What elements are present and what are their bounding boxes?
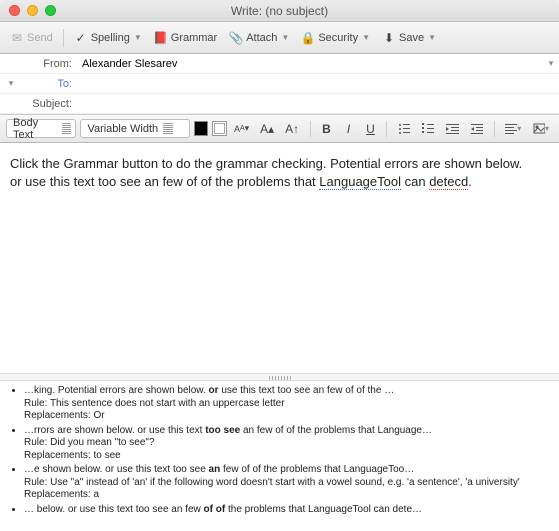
- message-body[interactable]: Click the Grammar button to do the gramm…: [0, 143, 559, 373]
- compose-window: Write: (no subject) ✉ Send ✓ Spelling ▼ …: [0, 0, 559, 531]
- subject-label: Subject:: [0, 98, 78, 110]
- result-item[interactable]: … below. or use this text too see an few…: [24, 504, 553, 517]
- header-fields: From: Alexander Slesarev ▾ ▾ To: Subject…: [0, 54, 559, 115]
- text-color-swatch[interactable]: [194, 121, 208, 136]
- italic-button[interactable]: I: [339, 120, 357, 138]
- font-size-up-button[interactable]: A▴: [257, 120, 278, 138]
- bold-button[interactable]: B: [317, 120, 335, 138]
- titlebar: Write: (no subject): [0, 0, 559, 22]
- dropdown-icon: [163, 123, 173, 135]
- indent-button[interactable]: [467, 120, 487, 138]
- check-icon: ✓: [74, 31, 88, 45]
- result-item[interactable]: …king. Potential errors are shown below.…: [24, 385, 553, 423]
- remove-format-button[interactable]: A↑: [282, 120, 303, 138]
- grammar-underline: LanguageTool: [319, 174, 401, 190]
- align-button[interactable]: ▾: [501, 120, 525, 138]
- underline-button[interactable]: U: [361, 120, 379, 138]
- chevron-down-icon[interactable]: ▼: [281, 33, 289, 42]
- bg-color-swatch[interactable]: [212, 121, 226, 136]
- result-rule: Rule: This sentence does not start with …: [24, 398, 553, 411]
- from-dropdown-icon[interactable]: ▾: [543, 58, 559, 69]
- format-toolbar: Body Text Variable Width AA▾ A▴ A↑ B I U: [0, 115, 559, 143]
- chevron-down-icon[interactable]: ▼: [134, 33, 142, 42]
- result-rule: Rule: Did you mean "to see"?: [24, 437, 553, 450]
- send-button: ✉ Send: [6, 29, 57, 47]
- dropdown-icon: [62, 123, 71, 135]
- grammar-results-panel: …king. Potential errors are shown below.…: [0, 381, 559, 531]
- outdent-button[interactable]: [442, 120, 462, 138]
- spelling-underline: detecd: [429, 174, 468, 190]
- result-item[interactable]: …e shown below. or use this text too see…: [24, 464, 553, 502]
- from-field[interactable]: Alexander Slesarev: [78, 58, 543, 70]
- from-label: From:: [0, 58, 78, 70]
- bullet-list-button[interactable]: [394, 120, 414, 138]
- number-list-button[interactable]: [418, 120, 438, 138]
- chevron-down-icon[interactable]: ▼: [428, 33, 436, 42]
- attach-button[interactable]: 📎 Attach ▼: [225, 29, 293, 47]
- to-label: To:: [22, 78, 78, 90]
- grammar-button[interactable]: 📕 Grammar: [150, 29, 221, 47]
- send-icon: ✉: [10, 31, 24, 45]
- attach-icon: 📎: [229, 31, 243, 45]
- result-replacement: Replacements: a: [24, 489, 553, 502]
- splitter-handle[interactable]: [0, 373, 559, 381]
- font-select[interactable]: Variable Width: [80, 119, 190, 138]
- chevron-down-icon[interactable]: ▼: [362, 33, 370, 42]
- lock-icon: 🔒: [301, 31, 315, 45]
- security-button[interactable]: 🔒 Security ▼: [297, 29, 374, 47]
- expand-recipients-icon[interactable]: ▾: [0, 78, 22, 89]
- save-button[interactable]: ⬇ Save ▼: [378, 29, 440, 47]
- main-toolbar: ✉ Send ✓ Spelling ▼ 📕 Grammar 📎 Attach ▼…: [0, 22, 559, 54]
- grammar-icon: 📕: [154, 31, 168, 45]
- insert-button[interactable]: ▾: [529, 120, 553, 138]
- save-icon: ⬇: [382, 31, 396, 45]
- result-rule: Rule: Use "a" instead of 'an' if the fol…: [24, 477, 553, 490]
- spelling-button[interactable]: ✓ Spelling ▼: [70, 29, 146, 47]
- window-title: Write: (no subject): [0, 4, 559, 18]
- result-replacement: Replacements: Or: [24, 410, 553, 423]
- font-size-down-button[interactable]: AA▾: [231, 120, 253, 138]
- result-replacement: Replacements: to see: [24, 450, 553, 463]
- paragraph-style-select[interactable]: Body Text: [6, 119, 76, 138]
- result-item[interactable]: …rrors are shown below. or use this text…: [24, 425, 553, 463]
